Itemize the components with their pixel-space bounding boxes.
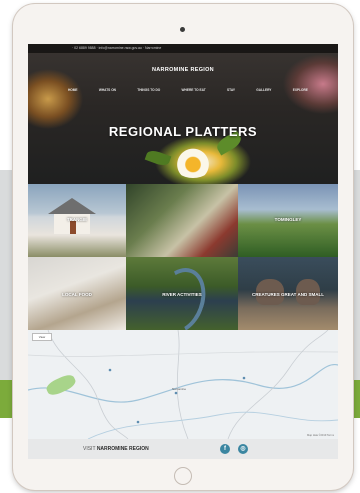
footer-visit-prefix: VISIT [83, 446, 96, 452]
egg-image [173, 148, 213, 178]
hero-banner: · 02 6889 9888 · info@narromine.nsw.gov.… [28, 44, 338, 184]
home-button[interactable] [174, 467, 192, 485]
map-town-label: Narromine [172, 387, 187, 391]
tile-label: RIVER ACTIVITIES [162, 292, 202, 297]
house-image [48, 198, 96, 234]
tile-label: TOMINGLEY [274, 217, 302, 222]
tablet-device: · 02 6889 9888 · info@narromine.nsw.gov.… [13, 4, 353, 490]
nav-item-home[interactable]: HOME [68, 88, 78, 92]
tile-local-food[interactable]: LOCAL FOOD [28, 257, 126, 330]
tile-creatures[interactable]: CREATURES GREAT AND SMALL [238, 257, 338, 330]
nav-item-explore[interactable]: EXPLORE [293, 88, 308, 92]
map-view-button[interactable]: View [32, 333, 52, 341]
site-footer: VISIT NARROMINE REGION f ◎ [28, 439, 338, 459]
hero-title: REGIONAL PLATTERS [108, 124, 258, 139]
tile-tomingley[interactable]: TOMINGLEY [238, 184, 338, 257]
contact-text: · 02 6889 9888 · info@narromine.nsw.gov.… [72, 46, 162, 50]
camera-icon [180, 27, 185, 32]
tiles-grid: TRANGIE TOMINGLEY LOCAL FOOD RIVER ACTIV… [28, 184, 338, 330]
tile-label: CREATURES GREAT AND SMALL [252, 292, 324, 297]
tile-label: TRANGIE [66, 217, 88, 222]
region-map[interactable]: View Narromine Map data ©2019 Terms [28, 330, 338, 439]
tile-trangie[interactable]: TRANGIE [28, 184, 126, 257]
nav-item-whats-on[interactable]: WHATS ON [99, 88, 116, 92]
nav-item-things-to-do[interactable]: THINGS TO DO [137, 88, 160, 92]
leaf-decoration [144, 148, 172, 168]
main-nav: HOME WHATS ON THINGS TO DO WHERE TO EAT … [68, 88, 308, 92]
tile-people-outdoors[interactable] [126, 184, 238, 257]
footer-visit-name: NARROMINE REGION [96, 446, 149, 452]
map-roads [28, 330, 338, 439]
nav-item-stay[interactable]: STAY [227, 88, 235, 92]
site-logo[interactable]: NARROMINE REGION [28, 67, 338, 73]
footer-visit-text: VISIT NARROMINE REGION [83, 446, 149, 452]
nav-item-gallery[interactable]: GALLERY [256, 88, 271, 92]
tile-label: LOCAL FOOD [62, 292, 92, 297]
tile-river-activities[interactable]: RIVER ACTIVITIES [126, 257, 238, 330]
facebook-icon[interactable]: f [220, 444, 230, 454]
map-credit[interactable]: Map data ©2019 Terms [307, 434, 334, 437]
instagram-icon[interactable]: ◎ [238, 444, 248, 454]
nav-item-where-to-eat[interactable]: WHERE TO EAT [182, 88, 206, 92]
contact-bar: · 02 6889 9888 · info@narromine.nsw.gov.… [28, 44, 338, 53]
tablet-screen: · 02 6889 9888 · info@narromine.nsw.gov.… [28, 44, 338, 459]
